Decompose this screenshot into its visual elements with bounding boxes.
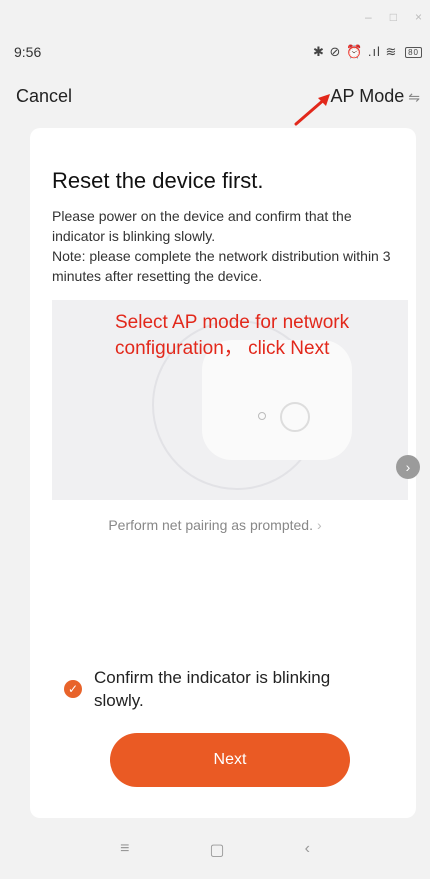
pairing-prompt-link[interactable]: Perform net pairing as prompted. › [0, 517, 430, 533]
swap-icon: ⇋ [408, 89, 420, 105]
pairing-prompt-label: Perform net pairing as prompted. [108, 517, 313, 533]
status-indicator-icons: ✱ ⊘ ⏰ .ıl ≋ [313, 44, 398, 59]
close-icon[interactable]: × [415, 10, 422, 24]
window-controls: – □ × [365, 10, 422, 24]
annotation-line: configuration， click Next [115, 338, 330, 359]
instruction-line: Please power on the device and confirm t… [52, 208, 352, 244]
annotation-arrow-icon [294, 94, 330, 126]
indicator-light-icon [258, 412, 266, 420]
battery-icon: 80 [405, 47, 422, 59]
chevron-right-icon: › [316, 517, 322, 533]
page-title: Reset the device first. [52, 168, 264, 193]
status-time: 9:56 [14, 44, 42, 60]
ap-mode-label: AP Mode [330, 86, 405, 106]
power-icon [280, 402, 310, 432]
menu-icon[interactable]: ≡ [120, 840, 129, 870]
note-line: Note: please complete the network distri… [52, 248, 391, 284]
navigation-bar: ≡ ▢ ‹ [0, 840, 430, 870]
back-icon[interactable]: ‹ [305, 840, 310, 870]
maximize-icon[interactable]: □ [390, 10, 397, 24]
minimize-icon[interactable]: – [365, 10, 372, 24]
check-icon[interactable]: ✓ [64, 680, 82, 698]
next-button[interactable]: Next [110, 733, 350, 787]
next-slide-button[interactable]: › [396, 455, 420, 479]
confirm-checkbox[interactable]: ✓ Confirm the indicator is blinking slow… [64, 666, 384, 712]
instructions-text: Please power on the device and confirm t… [52, 206, 408, 286]
status-icons: ✱ ⊘ ⏰ .ıl ≋ 80 [313, 44, 422, 60]
confirm-label: Confirm the indicator is blinking slowly… [94, 668, 331, 710]
status-bar: 9:56 ✱ ⊘ ⏰ .ıl ≋ 80 [14, 40, 422, 64]
home-icon[interactable]: ▢ [209, 840, 224, 870]
top-bar: Cancel AP Mode ⇋ [0, 82, 430, 114]
ap-mode-button[interactable]: AP Mode ⇋ [331, 86, 420, 107]
annotation-text: Select AP mode for network configuration… [115, 310, 415, 362]
cancel-button[interactable]: Cancel [16, 86, 72, 107]
annotation-line: Select AP mode for network [115, 312, 350, 333]
